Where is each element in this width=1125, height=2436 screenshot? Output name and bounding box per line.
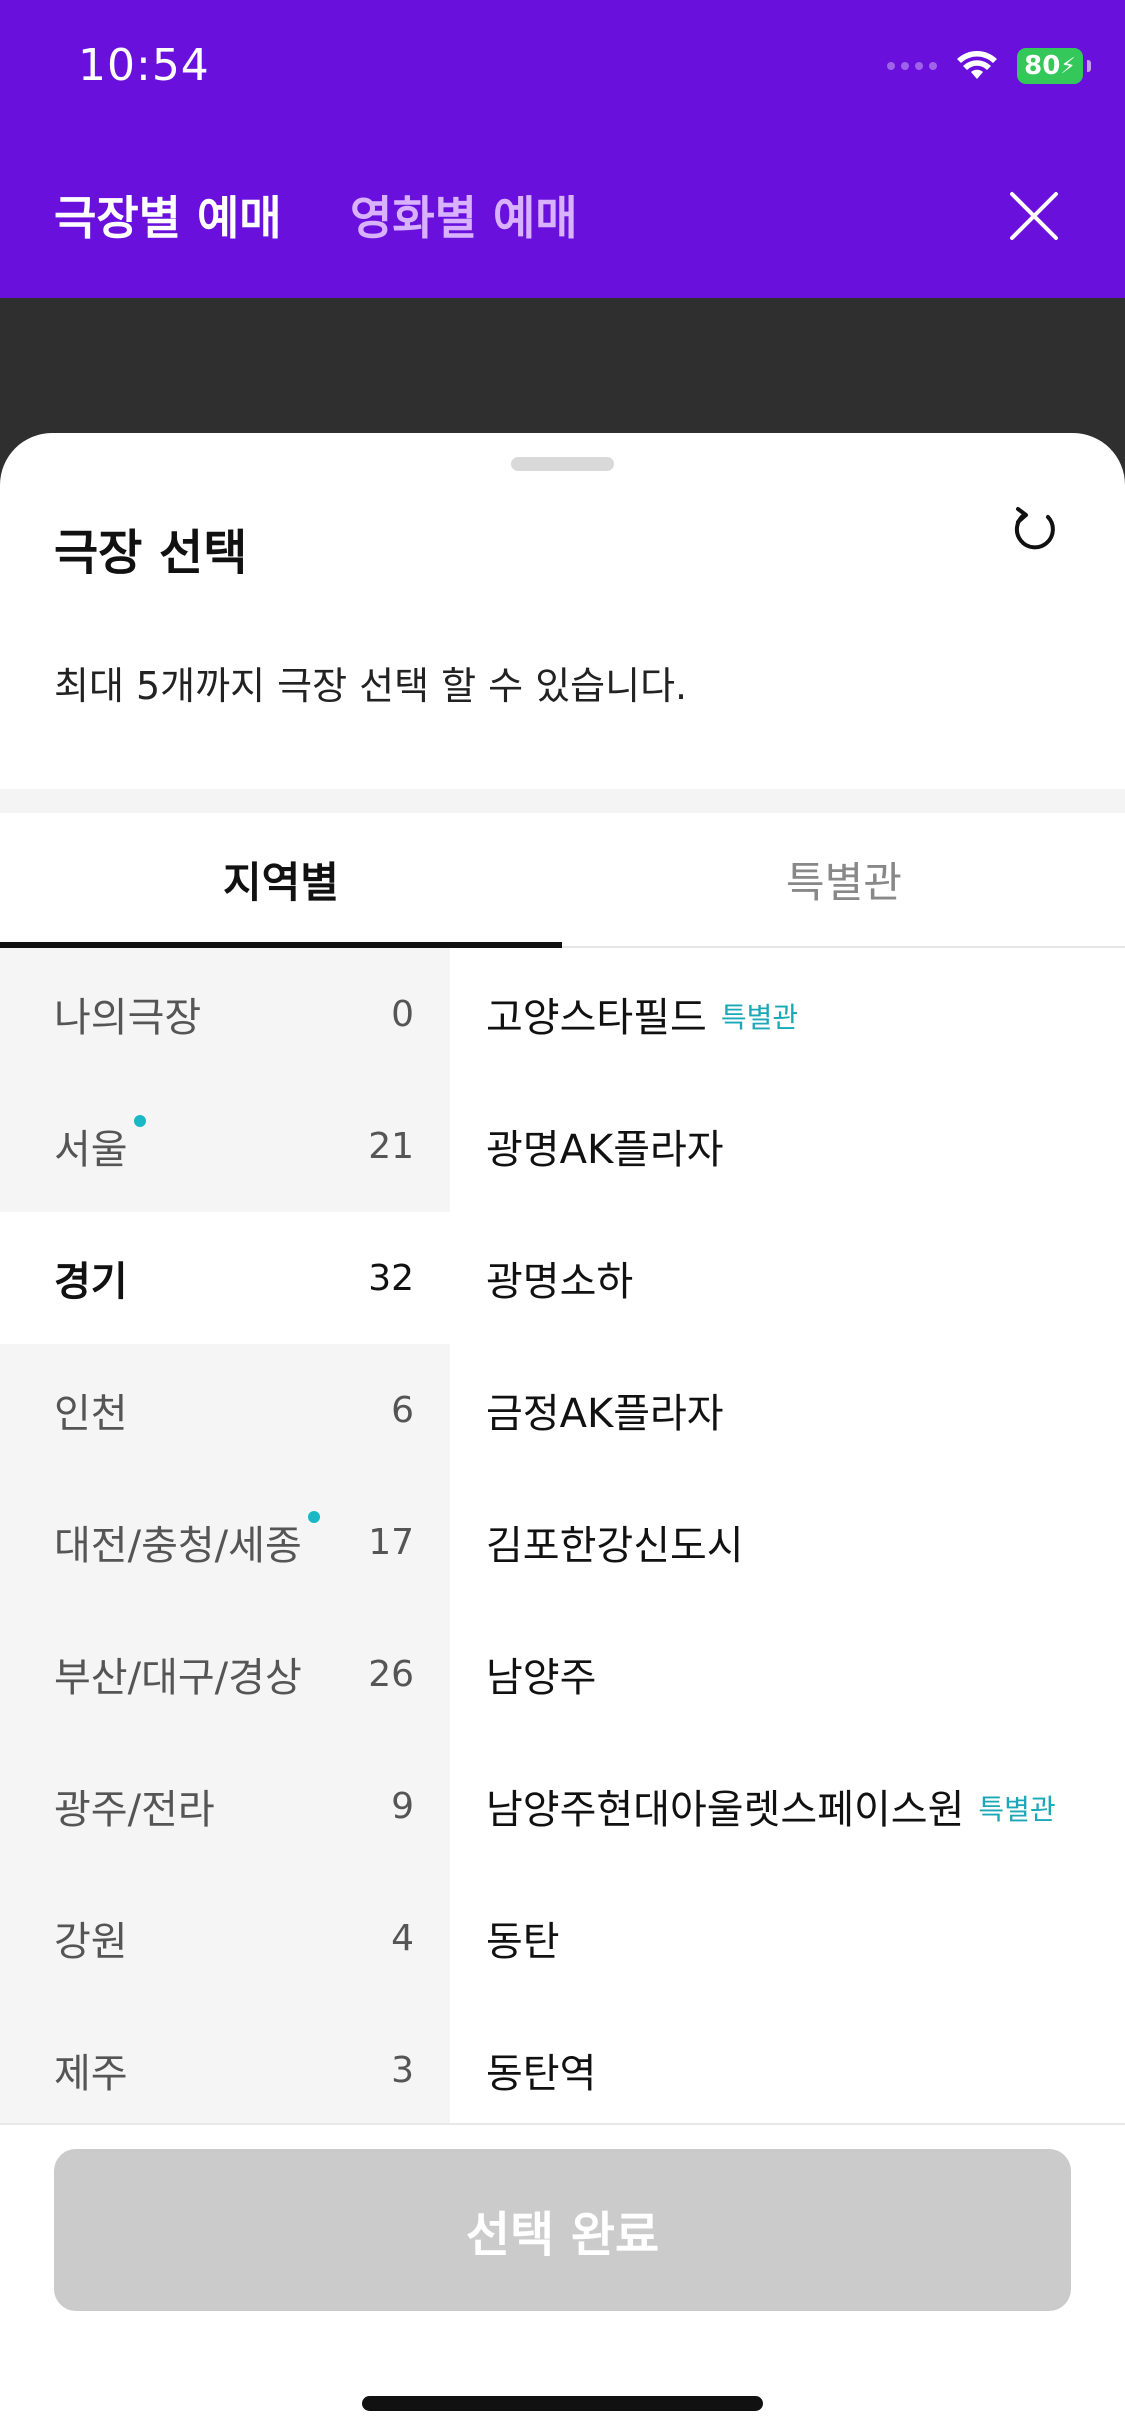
theater-name: 금정AK플라자: [486, 1391, 724, 1437]
region-count: 3: [391, 2049, 414, 2091]
section-divider: [0, 789, 1125, 813]
region-name: 강원: [54, 1919, 128, 1965]
region-name-text: 대전/충청/세종: [54, 1523, 302, 1569]
theater-item[interactable]: 동탄: [450, 1872, 1125, 2004]
special-theater-badge: 특별관: [978, 1793, 1056, 1826]
theater-item[interactable]: 광명소하: [450, 1212, 1125, 1344]
top-bar: 10:54 80 ⚡ 극장별 예매 영화별 예매: [0, 0, 1125, 298]
theater-item[interactable]: 김포한강신도시: [450, 1476, 1125, 1608]
tab-special-theater-label: 특별관: [786, 858, 902, 907]
tab-by-region[interactable]: 지역별: [0, 813, 562, 948]
theater-item[interactable]: 광명AK플라자: [450, 1080, 1125, 1212]
region-item[interactable]: 서울 21: [0, 1080, 450, 1212]
region-count: 9: [391, 1785, 414, 1827]
theater-name: 남양주현대아울렛스페이스원: [486, 1787, 965, 1833]
region-count: 32: [368, 1257, 414, 1299]
sheet-grabber[interactable]: [511, 457, 614, 471]
theater-item[interactable]: 금정AK플라자: [450, 1344, 1125, 1476]
theater-list: 고양스타필드 특별관 광명AK플라자 광명소하 금정AK플라자 김포한강신도시 …: [450, 948, 1125, 2124]
region-item[interactable]: 나의극장 0: [0, 948, 450, 1080]
region-name-text: 서울: [54, 1127, 128, 1173]
region-list: 나의극장 0 서울 21 경기 32 인천 6 대전/충청/세종 17 부산/대…: [0, 948, 450, 2124]
theater-item[interactable]: 동탄역: [450, 2004, 1125, 2136]
theater-name: 광명소하: [486, 1259, 634, 1305]
region-item[interactable]: 강원 4: [0, 1872, 450, 2004]
region-count: 26: [368, 1653, 414, 1695]
region-name: 나의극장: [54, 995, 202, 1041]
tab-book-by-movie[interactable]: 영화별 예매: [350, 182, 578, 248]
theater-item[interactable]: 남양주: [450, 1608, 1125, 1740]
footer-divider: [0, 2123, 1125, 2125]
new-dot-icon: [307, 1511, 320, 1523]
region-name: 제주: [54, 2051, 128, 2097]
refresh-icon[interactable]: [1004, 499, 1066, 561]
confirm-selection-button[interactable]: 선택 완료: [54, 2149, 1071, 2311]
region-count: 21: [368, 1125, 414, 1167]
theater-name: 고양스타필드: [486, 995, 707, 1041]
region-count: 6: [391, 1389, 414, 1431]
region-count: 0: [391, 993, 414, 1035]
region-item[interactable]: 부산/대구/경상 26: [0, 1608, 450, 1740]
theater-type-tabs: 지역별 특별관: [0, 813, 1125, 948]
region-item-selected[interactable]: 경기 32: [0, 1212, 450, 1344]
theater-name: 동탄역: [486, 2051, 597, 2097]
theater-name: 광명AK플라자: [486, 1127, 724, 1173]
battery-level: 80: [1024, 51, 1061, 81]
region-item[interactable]: 제주 3: [0, 2004, 450, 2136]
new-dot-icon: [133, 1115, 146, 1127]
region-name: 인천: [54, 1391, 128, 1437]
wifi-icon: [957, 51, 997, 79]
theater-select-sheet: 극장 선택 최대 5개까지 극장 선택 할 수 있습니다. 지역별 특별관 나의…: [0, 433, 1125, 2436]
battery-icon: 80 ⚡: [1017, 48, 1091, 84]
tab-book-by-theater[interactable]: 극장별 예매: [54, 182, 282, 248]
region-item[interactable]: 인천 6: [0, 1344, 450, 1476]
region-count: 4: [391, 1917, 414, 1959]
tab-by-region-label: 지역별: [223, 858, 339, 907]
sheet-title: 극장 선택: [54, 525, 248, 581]
close-icon[interactable]: [1004, 186, 1064, 246]
cellular-signal-icon: [887, 62, 937, 70]
region-count: 17: [368, 1521, 414, 1563]
status-time: 10:54: [78, 40, 210, 91]
theater-item[interactable]: 남양주현대아울렛스페이스원 특별관: [450, 1740, 1125, 1872]
status-indicators: 80 ⚡: [887, 44, 1091, 88]
region-name: 광주/전라: [54, 1787, 215, 1833]
region-name: 부산/대구/경상: [54, 1655, 302, 1701]
home-indicator[interactable]: [362, 2396, 763, 2411]
theater-item[interactable]: 고양스타필드 특별관: [450, 948, 1125, 1080]
region-name: 서울: [54, 1115, 146, 1175]
region-name: 대전/충청/세종: [54, 1511, 320, 1571]
theater-name: 김포한강신도시: [486, 1523, 744, 1569]
region-item[interactable]: 대전/충청/세종 17: [0, 1476, 450, 1608]
theater-name: 남양주: [486, 1655, 597, 1701]
region-item[interactable]: 광주/전라 9: [0, 1740, 450, 1872]
selection-limit-notice: 최대 5개까지 극장 선택 할 수 있습니다.: [54, 664, 688, 708]
special-theater-badge: 특별관: [720, 1001, 799, 1034]
region-name: 경기: [54, 1259, 128, 1305]
tab-special-theater[interactable]: 특별관: [563, 813, 1125, 946]
theater-name: 동탄: [486, 1919, 560, 1965]
